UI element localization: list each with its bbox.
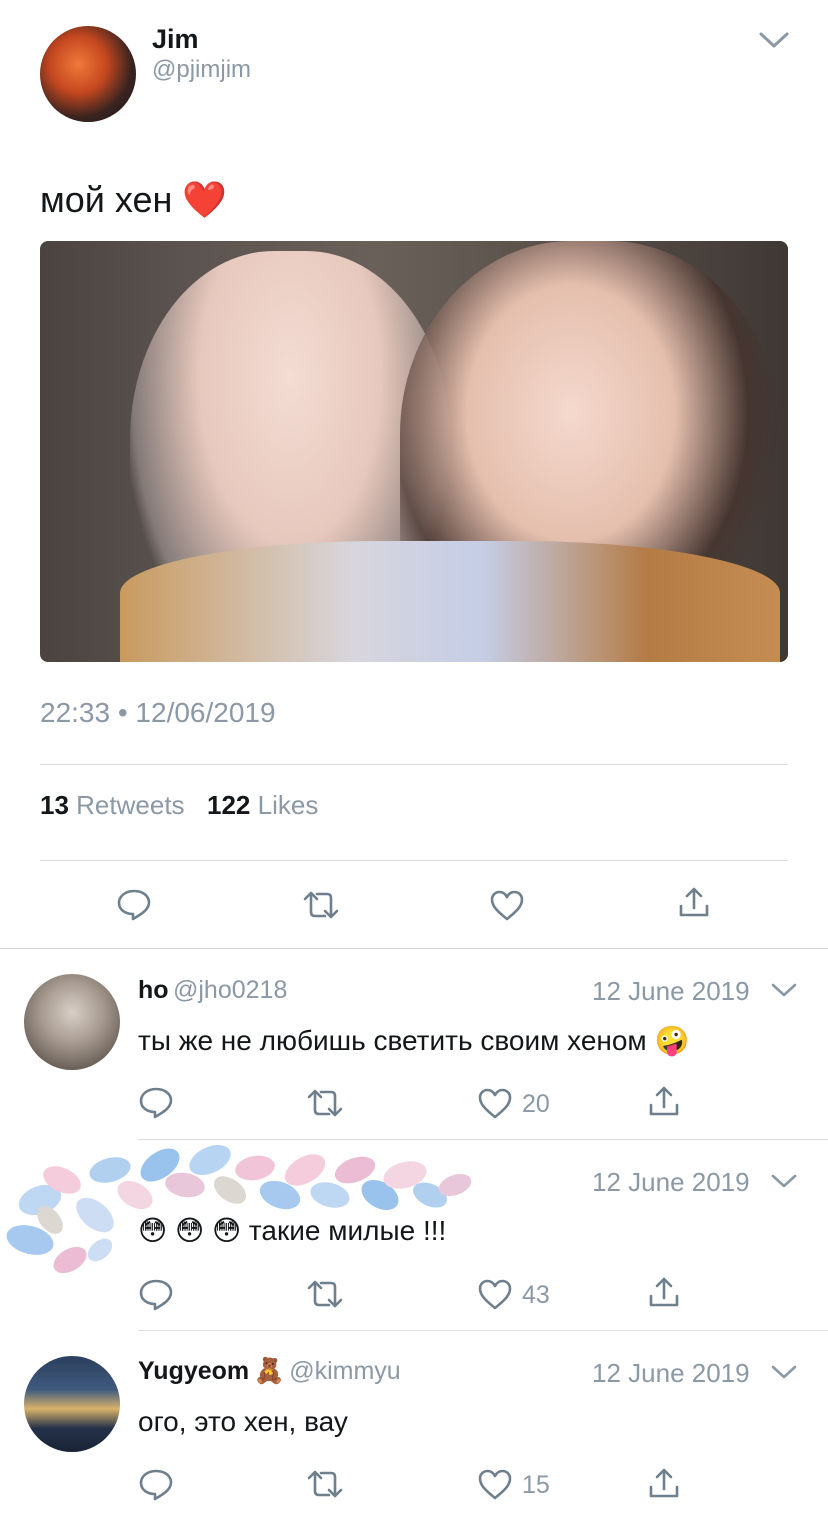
like-icon[interactable] bbox=[477, 1277, 513, 1311]
divider bbox=[138, 1330, 828, 1331]
zany-face-emoji: 🤪 bbox=[654, 1025, 690, 1056]
divider bbox=[40, 764, 788, 765]
author-avatar[interactable] bbox=[40, 26, 136, 122]
likes-count[interactable]: 122 bbox=[207, 790, 250, 820]
reply-icon[interactable] bbox=[116, 886, 152, 922]
tweet-photo[interactable] bbox=[40, 241, 788, 662]
reply-icon[interactable] bbox=[138, 1084, 174, 1120]
like-count: 15 bbox=[522, 1471, 550, 1499]
reply-text-body: такие милые !!! bbox=[248, 1215, 447, 1246]
chevron-down-icon[interactable] bbox=[770, 980, 798, 1000]
reply-handle[interactable]: @jho0218 bbox=[173, 976, 287, 1004]
photo-sweater bbox=[120, 541, 780, 662]
heart-emoji: ❤️ bbox=[182, 179, 228, 220]
share-icon[interactable] bbox=[647, 1083, 681, 1119]
reply-avatar[interactable] bbox=[24, 974, 120, 1070]
tweet-timestamp: 22:33 • 12/06/2019 bbox=[40, 697, 276, 728]
tweet-stats: 13 Retweets 122 Likes bbox=[40, 790, 318, 821]
reply-date: 12 June 2019 bbox=[592, 1167, 750, 1197]
reply-name[interactable]: ho bbox=[138, 976, 169, 1004]
share-icon[interactable] bbox=[677, 884, 711, 920]
chevron-down-icon[interactable] bbox=[770, 1171, 798, 1191]
author-handle[interactable]: @pjimjim bbox=[152, 56, 251, 84]
divider bbox=[40, 860, 788, 861]
likes-label[interactable]: Likes bbox=[258, 790, 319, 820]
share-icon[interactable] bbox=[647, 1465, 681, 1501]
tweet-text-body: мой хен bbox=[40, 179, 173, 220]
reply-name[interactable]: Yugyeom bbox=[138, 1357, 249, 1385]
reply-header: ho @jho0218 bbox=[138, 976, 287, 1005]
reply-date: 12 June 2019 bbox=[592, 976, 750, 1006]
reply-avatar[interactable] bbox=[24, 1356, 120, 1452]
retweet-icon[interactable] bbox=[305, 1277, 345, 1311]
reply-date: 12 June 2019 bbox=[592, 1358, 750, 1388]
flushed-face-emojis: 😳 😳 😳 bbox=[138, 1215, 242, 1246]
retweet-icon[interactable] bbox=[301, 888, 341, 922]
share-icon[interactable] bbox=[647, 1274, 681, 1310]
like-icon[interactable] bbox=[477, 1086, 513, 1120]
reply-icon[interactable] bbox=[138, 1466, 174, 1502]
retweets-count[interactable]: 13 bbox=[40, 790, 69, 820]
tweet-text: мой хен ❤️ bbox=[40, 176, 227, 224]
reply-handle[interactable]: @kimmyu bbox=[289, 1357, 401, 1385]
retweet-icon[interactable] bbox=[305, 1467, 345, 1501]
reply-icon[interactable] bbox=[138, 1276, 174, 1312]
divider bbox=[0, 948, 828, 949]
teddy-bear-emoji: 🧸 bbox=[253, 1357, 285, 1385]
chevron-down-icon[interactable] bbox=[757, 28, 791, 52]
reply-header: Yugyeom 🧸 @kimmyu bbox=[138, 1357, 401, 1386]
chevron-down-icon[interactable] bbox=[770, 1362, 798, 1382]
author-name[interactable]: Jim bbox=[152, 24, 199, 55]
like-icon[interactable] bbox=[489, 888, 525, 922]
reply-text: ого, это хен, вау bbox=[138, 1406, 348, 1437]
petal-overlay bbox=[0, 1140, 490, 1280]
retweet-icon[interactable] bbox=[305, 1086, 345, 1120]
reply-text: ты же не любишь светить своим хеном 🤪 bbox=[138, 1024, 689, 1057]
retweets-label[interactable]: Retweets bbox=[76, 790, 184, 820]
reply-text: 😳 😳 😳 такие милые !!! bbox=[138, 1214, 446, 1247]
like-count: 20 bbox=[522, 1090, 550, 1118]
reply-text-body: ты же не любишь светить своим хеном bbox=[138, 1025, 647, 1056]
like-icon[interactable] bbox=[477, 1467, 513, 1501]
like-count: 43 bbox=[522, 1281, 550, 1309]
